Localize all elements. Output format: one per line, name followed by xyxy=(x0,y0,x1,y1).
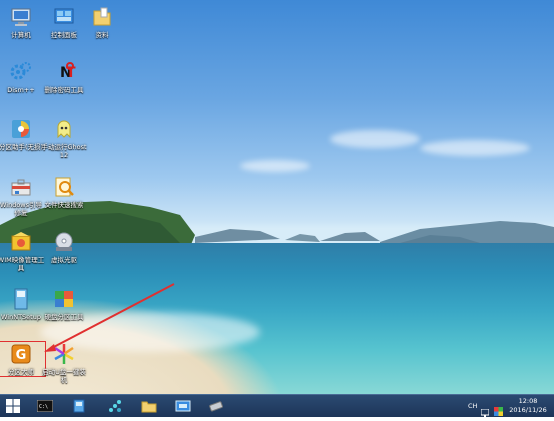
ghost-icon xyxy=(52,117,76,141)
colorful-burst-icon xyxy=(52,342,76,366)
clock-date: 2016/11/26 xyxy=(509,406,547,414)
cloud xyxy=(420,140,530,156)
desktop-icon-password-remover[interactable]: NT 删除密码工具 xyxy=(40,60,88,94)
desktop-icon-dism[interactable]: Dism++ xyxy=(0,60,45,94)
svg-text:C:\: C:\ xyxy=(39,404,48,410)
desktop-icon-label: 资料 xyxy=(95,31,109,39)
desktop-icon-label: 计算机 xyxy=(11,31,31,39)
desktop-icon-virtual-drive[interactable]: 虚拟光驱 xyxy=(40,230,88,264)
taskbar-item-usb-drive[interactable] xyxy=(206,397,228,415)
desktop-icon-label: 删除密码工具 xyxy=(44,86,84,94)
desktop-icon-label: 分区助手(无损) xyxy=(0,143,44,151)
disk-partition-icon xyxy=(52,287,76,311)
setup-icon xyxy=(9,287,33,311)
desktop-icon-computer[interactable]: 计算机 xyxy=(0,5,45,39)
partition-icon xyxy=(9,117,33,141)
desktop-icon-documents[interactable]: 资料 xyxy=(78,5,126,39)
color-tray-icon[interactable] xyxy=(494,401,503,416)
desktop-icon-partition-master[interactable]: G 分区大师 xyxy=(0,341,46,377)
control-panel-icon xyxy=(52,5,76,29)
desktop-icon-label: 虚拟光驱 xyxy=(51,256,77,264)
taskbar-item-explorer[interactable] xyxy=(138,397,160,415)
desktop-icon-file-search[interactable]: 文件快速搜索 xyxy=(40,175,88,209)
start-button[interactable] xyxy=(2,397,24,415)
desktop-icon-ghost[interactable]: 手动运行Ghost12 xyxy=(40,117,88,159)
folder-icon xyxy=(90,5,114,29)
computer-icon xyxy=(9,5,33,29)
desktop-icon-label: WinNTSetup xyxy=(1,313,41,321)
desktop-icon-boot-repair[interactable]: Windows引导修复 xyxy=(0,175,45,217)
desktop-icon-usb-install[interactable]: 启动U盘一键装机 xyxy=(40,342,88,384)
virtual-drive-icon xyxy=(52,230,76,254)
cloud xyxy=(330,130,420,148)
desktop-icon-wim-manager[interactable]: WIM映像管理工具 xyxy=(0,230,45,272)
cmd-icon: C:\ xyxy=(37,400,53,412)
desktop-icon-label: 手动运行Ghost12 xyxy=(41,143,87,159)
disk-tool-icon xyxy=(73,399,85,413)
password-tool-icon: NT xyxy=(52,60,76,84)
usb-drive-icon xyxy=(209,401,223,412)
taskbar-clock[interactable]: 12:08 2016/11/26 xyxy=(506,397,550,415)
taskbar-item-network-tool[interactable] xyxy=(104,397,126,415)
screen-capture-icon xyxy=(175,400,191,412)
input-language[interactable]: CH xyxy=(468,402,477,410)
svg-text:G: G xyxy=(16,348,27,363)
network-tool-icon xyxy=(109,400,121,412)
clock-time: 12:08 xyxy=(518,397,538,405)
desktop-icon-disk-partition[interactable]: 硬盘分区工具 xyxy=(40,287,88,321)
desktop-icon-label: 分区大师 xyxy=(8,368,34,376)
desktop-icon-label: 文件快速搜索 xyxy=(44,201,84,209)
folder-icon xyxy=(141,401,157,413)
taskbar-item-screen-capture[interactable] xyxy=(172,397,194,415)
desktop-icon-label: 启动U盘一键装机 xyxy=(42,368,86,384)
search-icon xyxy=(52,175,76,199)
taskbar-item-disk-tool[interactable] xyxy=(68,397,90,415)
cloud xyxy=(240,160,310,172)
desktop-icon-label: 硬盘分区工具 xyxy=(44,313,84,321)
action-center-icon[interactable] xyxy=(480,402,490,417)
desktop-icon-label: WIM映像管理工具 xyxy=(0,256,45,272)
gear-icon xyxy=(9,60,33,84)
desktop-icon-partition-assistant[interactable]: 分区助手(无损) xyxy=(0,117,45,151)
toolbox-icon xyxy=(9,175,33,199)
desktop-icon-winntsetup[interactable]: WinNTSetup xyxy=(0,287,45,321)
desktop-icon-label: Dism++ xyxy=(7,86,35,94)
start-icon xyxy=(6,399,20,413)
desktop-icon-label: Windows引导修复 xyxy=(0,201,42,217)
partition-master-icon: G xyxy=(9,342,33,366)
taskbar-item-cmd[interactable]: C:\ xyxy=(34,397,56,415)
desktop: 计算机 Dism++ 分区助手(无损) Windows引导修复 WIM映像管理工… xyxy=(0,0,554,394)
wim-icon xyxy=(9,230,33,254)
taskbar: C:\ CH 12:08 2016/11/26 xyxy=(0,394,554,417)
